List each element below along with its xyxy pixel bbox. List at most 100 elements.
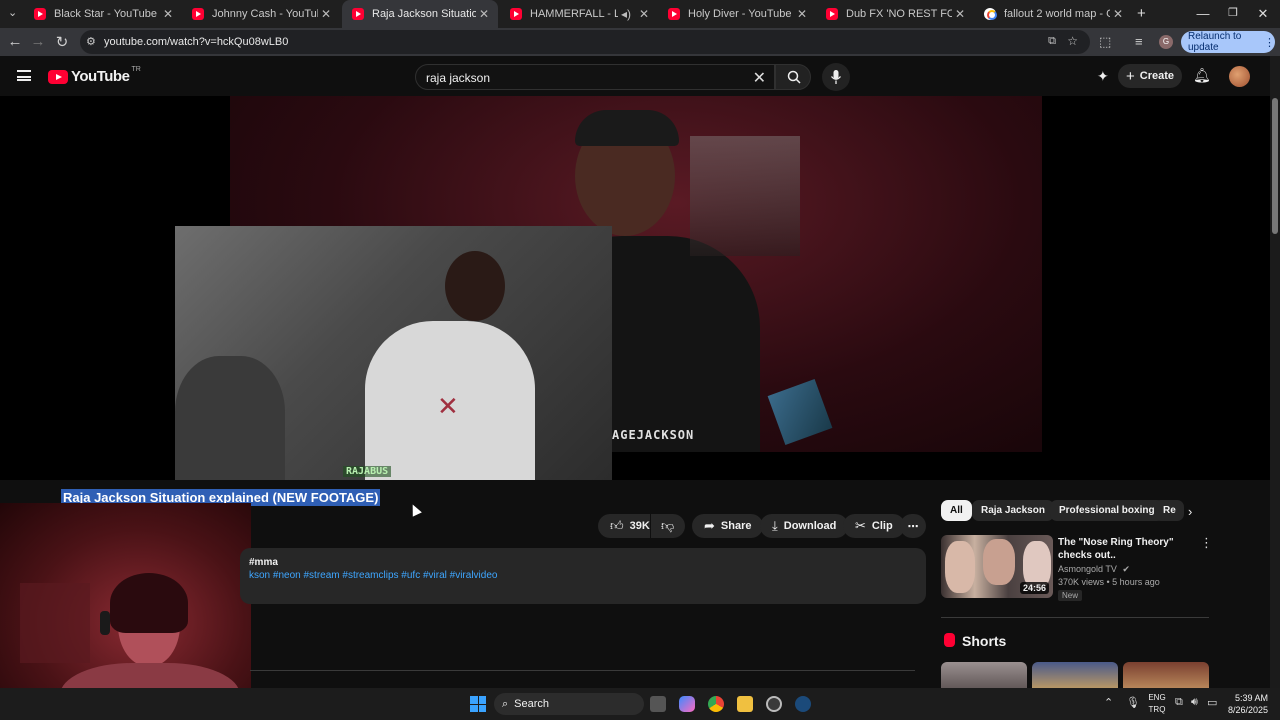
volume-icon[interactable]: 🔊︎ xyxy=(1191,696,1198,709)
create-button[interactable]: + Create xyxy=(1118,64,1182,88)
clear-search-icon[interactable]: ✕ xyxy=(753,68,766,88)
file-explorer-icon[interactable] xyxy=(737,696,753,712)
account-avatar[interactable] xyxy=(1229,66,1250,87)
restore-icon[interactable]: ❐ xyxy=(1223,6,1243,19)
reload-icon[interactable]: ↻ xyxy=(52,33,72,51)
voice-search-button[interactable] xyxy=(822,63,850,91)
install-app-icon[interactable]: ⧉ xyxy=(1048,35,1056,48)
video-duration: 24:56 xyxy=(1019,582,1049,594)
chips-next-chevron-icon[interactable]: › xyxy=(1188,504,1192,519)
close-window-icon[interactable]: ✕ xyxy=(1253,6,1273,22)
recommended-channel[interactable]: Asmongold TV ✔ xyxy=(1058,564,1130,575)
profile-avatar[interactable]: G xyxy=(1159,35,1173,49)
scrollbar-thumb[interactable] xyxy=(1272,98,1278,234)
recommended-meta: 370K views • 5 hours ago xyxy=(1058,577,1160,587)
tab-title: Raja Jackson Situation explained xyxy=(372,8,476,20)
site-info-icon[interactable]: ⚙ xyxy=(86,35,96,48)
relaunch-button[interactable]: Relaunch to update ⋮ xyxy=(1181,31,1275,53)
taskbar-search-label: Search xyxy=(514,698,550,710)
copilot-icon[interactable] xyxy=(679,696,695,712)
notifications-bell-icon[interactable]: 🔔︎ xyxy=(1193,67,1211,84)
tab-title: fallout 2 world map - Google S xyxy=(1004,8,1110,20)
more-actions-button[interactable]: ⋯ xyxy=(900,514,926,538)
extensions-icon[interactable]: ⬚ xyxy=(1099,34,1111,50)
youtube-favicon-icon xyxy=(352,8,364,20)
new-tab-icon[interactable]: + xyxy=(1137,5,1146,22)
tab-raja-jackson[interactable]: Raja Jackson Situation explained ✕ xyxy=(342,0,498,28)
close-tab-icon[interactable]: ✕ xyxy=(1110,7,1126,21)
media-controls-icon[interactable]: ≡ xyxy=(1135,34,1143,49)
clip-button[interactable]: ✂ Clip xyxy=(843,514,905,538)
close-tab-icon[interactable]: ✕ xyxy=(636,7,652,21)
battery-icon[interactable]: ▭ xyxy=(1207,696,1217,709)
menu-icon[interactable] xyxy=(17,70,31,81)
search-button[interactable] xyxy=(775,64,811,90)
back-arrow-icon[interactable]: ← xyxy=(5,33,25,50)
right-divider xyxy=(941,617,1209,618)
tab-johnny-cash[interactable]: Johnny Cash - YouTube ✕ xyxy=(182,3,340,25)
youtube-favicon-icon xyxy=(510,8,522,20)
task-view-icon[interactable] xyxy=(650,696,666,712)
stage-lights xyxy=(690,136,800,256)
tab-fallout-map[interactable]: fallout 2 world map - Google S ✕ xyxy=(974,3,1132,25)
video-player[interactable]: ✕ RAJABUS AGEJACKSON xyxy=(0,96,1270,480)
man-cap xyxy=(575,110,679,146)
youtube-favicon-icon xyxy=(34,8,46,20)
steam-icon[interactable] xyxy=(795,696,811,712)
language-indicator[interactable]: ENG TRQ xyxy=(1144,692,1170,716)
tray-mic-icon[interactable]: 🎙︎ xyxy=(1126,696,1140,709)
app-icon[interactable] xyxy=(766,696,782,712)
taskbar-clock[interactable]: 5:39 AM 8/26/2025 xyxy=(1222,692,1268,716)
like-count: 39K xyxy=(629,520,650,532)
search-icon xyxy=(787,70,801,84)
chip-truncated[interactable]: Re xyxy=(1154,500,1184,521)
network-icon[interactable]: ⧉ xyxy=(1175,696,1183,709)
bookmark-star-icon[interactable]: ☆ xyxy=(1067,34,1078,48)
share-arrow-icon: ➦ xyxy=(704,518,715,533)
close-tab-icon[interactable]: ✕ xyxy=(794,7,810,21)
chrome-icon[interactable] xyxy=(708,696,724,712)
description-hashtags[interactable]: kson #neon #stream #streamclips #ufc #vi… xyxy=(249,570,497,581)
tab-title: Black Star - YouTube xyxy=(54,8,157,20)
address-bar[interactable]: ⚙ youtube.com/watch?v=hckQu08wLB0 ⧉ ☆ xyxy=(80,30,1090,54)
dislike-button[interactable]: 👎︎ xyxy=(651,514,685,538)
tab-search-icon[interactable]: ⌄ xyxy=(8,6,17,19)
tab-hammerfall[interactable]: HAMMERFALL - Last Man S ◂) ✕ xyxy=(500,3,658,25)
thumbs-down-icon: 👎︎ xyxy=(661,518,675,533)
forward-arrow-icon[interactable]: → xyxy=(28,33,48,50)
create-label: Create xyxy=(1139,70,1174,82)
minimize-icon[interactable]: — xyxy=(1193,6,1213,21)
recommended-thumbnail[interactable]: 24:56 xyxy=(941,535,1053,598)
windows-start-icon[interactable] xyxy=(470,696,486,712)
windows-taskbar: ⌕ Search ⌃ 🎙︎ ENG TRQ ⧉ 🔊︎ ▭ 5:39 AM 8/2… xyxy=(0,688,1280,720)
share-button[interactable]: ➦ Share xyxy=(692,514,764,538)
chip-raja-jackson[interactable]: Raja Jackson xyxy=(972,500,1054,521)
close-tab-icon[interactable]: ✕ xyxy=(160,7,176,21)
channel-name: Asmongold TV xyxy=(1058,564,1117,574)
page-scrollbar[interactable] xyxy=(1270,56,1280,688)
tab-title: Holy Diver - YouTube xyxy=(688,8,792,20)
more-horiz-icon: ⋯ xyxy=(907,520,919,533)
webcam-window-frame xyxy=(20,583,90,663)
close-tab-icon[interactable]: ✕ xyxy=(476,7,492,21)
youtube-logo[interactable]: YouTube TR xyxy=(48,66,141,85)
speaker-icon[interactable]: ◂) xyxy=(618,7,634,21)
browser-toolbar: ← → ↻ ⚙ youtube.com/watch?v=hckQu08wLB0 … xyxy=(0,28,1280,56)
tab-black-star[interactable]: Black Star - YouTube ✕ xyxy=(24,3,182,25)
download-button[interactable]: ⤓ Download xyxy=(760,514,849,538)
tab-dub-fx[interactable]: Dub FX 'NO REST FOR THE WIC ✕ xyxy=(816,3,974,25)
tab-holy-diver[interactable]: Holy Diver - YouTube ✕ xyxy=(658,3,816,25)
chip-all[interactable]: All xyxy=(941,500,972,521)
close-tab-icon[interactable]: ✕ xyxy=(952,7,968,21)
recommended-title[interactable]: The "Nose Ring Theory" checks out.. xyxy=(1058,536,1198,562)
taskbar-search[interactable]: ⌕ Search xyxy=(494,693,644,715)
premium-diamond-icon[interactable]: ✦ xyxy=(1097,68,1109,85)
tray-chevron-icon[interactable]: ⌃ xyxy=(1104,696,1113,709)
youtube-play-logo-icon xyxy=(48,69,68,84)
logo-wordmark: YouTube xyxy=(71,68,130,85)
like-button[interactable]: 👍︎ 39K xyxy=(598,514,650,538)
recommended-more-icon[interactable]: ⋮ xyxy=(1200,535,1213,551)
search-input[interactable]: raja jackson ✕ xyxy=(415,64,775,90)
chip-professional-boxing[interactable]: Professional boxing xyxy=(1050,500,1164,521)
close-tab-icon[interactable]: ✕ xyxy=(318,7,334,21)
